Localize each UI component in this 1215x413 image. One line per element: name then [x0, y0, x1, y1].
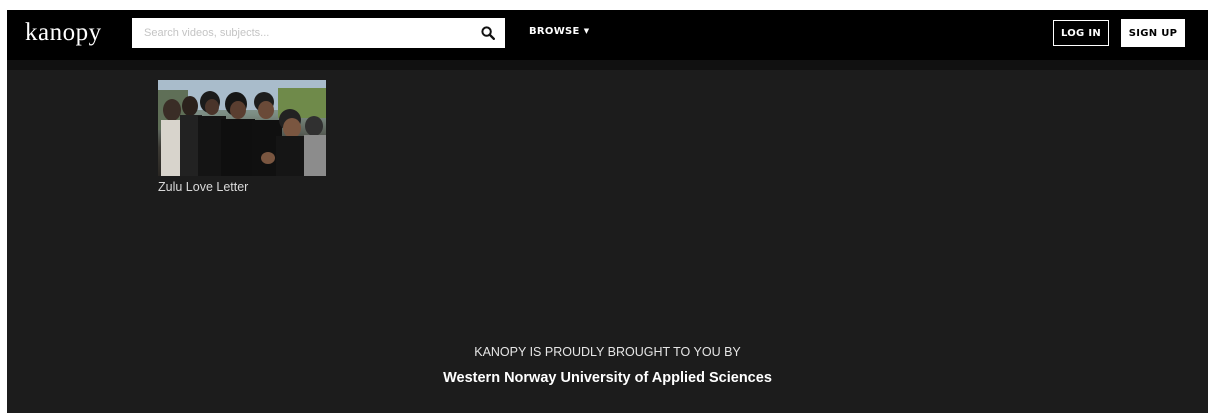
- signup-button[interactable]: SIGN UP: [1121, 19, 1185, 47]
- login-button[interactable]: LOG IN: [1053, 20, 1109, 46]
- film-still-thumbnail: [158, 80, 326, 176]
- search-box: [132, 18, 505, 48]
- caret-down-icon: ▼: [583, 27, 590, 35]
- sponsor-caption: KANOPY IS PROUDLY BROUGHT TO YOU BY: [474, 345, 741, 359]
- browse-menu[interactable]: BROWSE ▼: [529, 26, 589, 37]
- video-card[interactable]: Zulu Love Letter: [158, 80, 326, 194]
- top-navbar: kanopy BROWSE▼ LOG IN SIGN UP: [7, 10, 1208, 60]
- navbar-divider: [7, 60, 1208, 70]
- search-input[interactable]: [132, 18, 462, 48]
- browse-label: BROWSE: [529, 26, 580, 37]
- video-thumbnail[interactable]: [158, 80, 326, 176]
- page-frame: kanopy BROWSE▼ LOG IN SIGN UP: [7, 10, 1208, 413]
- kanopy-logo[interactable]: kanopy: [25, 19, 102, 47]
- institution-name: Western Norway University of Applied Sci…: [443, 370, 772, 386]
- search-icon: [481, 26, 495, 40]
- search-button[interactable]: [471, 18, 505, 48]
- video-title[interactable]: Zulu Love Letter: [158, 180, 326, 194]
